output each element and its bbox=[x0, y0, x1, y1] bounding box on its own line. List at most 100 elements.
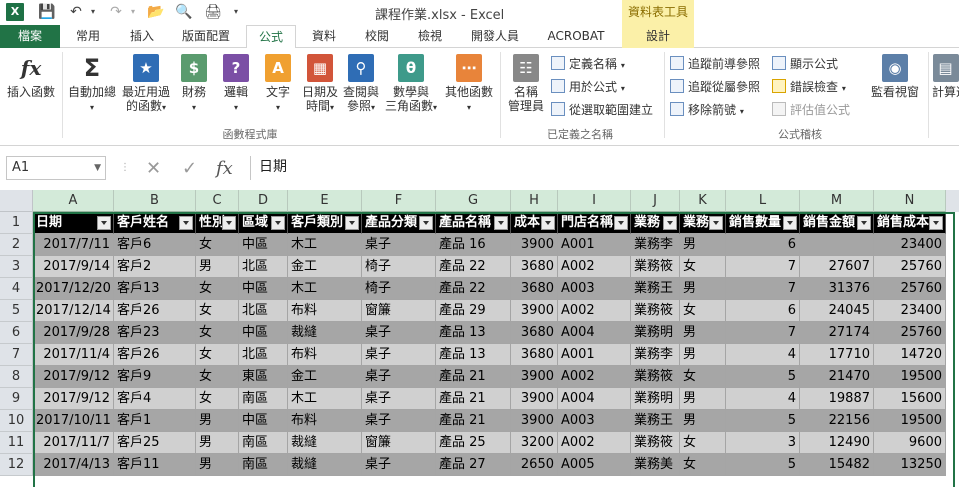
table-cell[interactable]: 女 bbox=[680, 432, 726, 454]
trace-precedents-button[interactable]: 追蹤前導參照 bbox=[670, 54, 760, 74]
insert-function-fx-icon[interactable]: fx bbox=[216, 158, 233, 179]
table-cell[interactable]: A003 bbox=[558, 278, 631, 300]
tab-view[interactable]: 檢視 bbox=[408, 25, 452, 48]
table-cell[interactable]: 桌子 bbox=[362, 234, 436, 256]
column-header-b[interactable]: B bbox=[114, 190, 196, 212]
table-cell[interactable]: 男 bbox=[680, 322, 726, 344]
table-cell[interactable]: 北區 bbox=[239, 256, 288, 278]
table-header-cell[interactable]: 業務 bbox=[680, 212, 726, 234]
column-header-f[interactable]: F bbox=[362, 190, 436, 212]
table-cell[interactable]: 業務筱 bbox=[631, 300, 680, 322]
table-cell[interactable]: A002 bbox=[558, 300, 631, 322]
table-cell[interactable]: 男 bbox=[680, 388, 726, 410]
table-cell[interactable]: 2017/12/20 bbox=[33, 278, 114, 300]
filter-dropdown-icon[interactable] bbox=[541, 216, 555, 230]
use-in-formula-button[interactable]: 用於公式 ▾ bbox=[551, 77, 625, 97]
table-cell[interactable]: 業務明 bbox=[631, 322, 680, 344]
table-cell[interactable]: 女 bbox=[680, 366, 726, 388]
lookup-reference-button[interactable]: ⚲ 查閱與 參照▾ bbox=[340, 54, 382, 115]
name-box[interactable]: A1 ▼ bbox=[6, 156, 106, 180]
table-cell[interactable]: 2017/7/11 bbox=[33, 234, 114, 256]
table-cell[interactable]: 裁縫 bbox=[288, 322, 362, 344]
table-cell[interactable]: 東區 bbox=[239, 366, 288, 388]
table-cell[interactable]: 布料 bbox=[288, 344, 362, 366]
table-cell[interactable]: 業務王 bbox=[631, 410, 680, 432]
table-cell[interactable]: 產品 21 bbox=[436, 388, 511, 410]
column-header-m[interactable]: M bbox=[800, 190, 874, 212]
table-cell[interactable]: 桌子 bbox=[362, 366, 436, 388]
table-cell[interactable]: 3900 bbox=[511, 388, 558, 410]
table-cell[interactable]: 2017/9/14 bbox=[33, 256, 114, 278]
row-header[interactable]: 6 bbox=[0, 322, 33, 344]
table-cell[interactable]: 業務明 bbox=[631, 388, 680, 410]
column-header-n[interactable]: N bbox=[874, 190, 946, 212]
table-cell[interactable]: 2017/9/12 bbox=[33, 366, 114, 388]
table-cell[interactable]: 31376 bbox=[800, 278, 874, 300]
table-header-cell[interactable]: 日期 bbox=[33, 212, 114, 234]
table-cell[interactable]: 19500 bbox=[874, 410, 946, 432]
calculation-options-button[interactable]: ▤ 計算選 bbox=[932, 54, 959, 99]
table-cell[interactable]: 22156 bbox=[800, 410, 874, 432]
table-cell[interactable]: 中區 bbox=[239, 322, 288, 344]
table-cell[interactable]: 桌子 bbox=[362, 344, 436, 366]
filter-dropdown-icon[interactable] bbox=[271, 216, 285, 230]
column-header-a[interactable]: A bbox=[33, 190, 114, 212]
table-cell[interactable]: 北區 bbox=[239, 344, 288, 366]
filter-dropdown-icon[interactable] bbox=[97, 216, 111, 230]
table-cell[interactable]: 2017/9/28 bbox=[33, 322, 114, 344]
table-cell[interactable]: 業務王 bbox=[631, 278, 680, 300]
table-cell[interactable]: 3680 bbox=[511, 344, 558, 366]
table-cell[interactable]: 7 bbox=[726, 278, 800, 300]
table-cell[interactable]: 男 bbox=[196, 256, 239, 278]
table-cell[interactable]: 中區 bbox=[239, 234, 288, 256]
row-header[interactable]: 1 bbox=[0, 212, 33, 234]
table-cell[interactable]: 中區 bbox=[239, 410, 288, 432]
table-cell[interactable]: 椅子 bbox=[362, 256, 436, 278]
table-cell[interactable]: 南區 bbox=[239, 432, 288, 454]
print-preview-icon[interactable]: 🔍 bbox=[174, 3, 194, 21]
table-cell[interactable]: 3680 bbox=[511, 256, 558, 278]
table-cell[interactable]: 男 bbox=[196, 410, 239, 432]
table-cell[interactable]: 25760 bbox=[874, 278, 946, 300]
table-cell[interactable]: 木工 bbox=[288, 388, 362, 410]
row-header[interactable]: 5 bbox=[0, 300, 33, 322]
table-cell[interactable]: 男 bbox=[196, 454, 239, 476]
table-cell[interactable]: 女 bbox=[680, 256, 726, 278]
table-cell[interactable]: 產品 25 bbox=[436, 432, 511, 454]
table-cell[interactable]: 5 bbox=[726, 454, 800, 476]
table-cell[interactable]: 客戶2 bbox=[114, 256, 196, 278]
column-header-j[interactable]: J bbox=[631, 190, 680, 212]
tab-review[interactable]: 校閱 bbox=[355, 25, 399, 48]
select-all-corner[interactable] bbox=[0, 190, 33, 212]
row-header[interactable]: 3 bbox=[0, 256, 33, 278]
table-cell[interactable]: 男 bbox=[680, 344, 726, 366]
table-cell[interactable]: 25760 bbox=[874, 322, 946, 344]
table-cell[interactable]: 21470 bbox=[800, 366, 874, 388]
table-cell[interactable]: 布料 bbox=[288, 300, 362, 322]
table-cell[interactable]: 3900 bbox=[511, 366, 558, 388]
table-cell[interactable]: 窗簾 bbox=[362, 300, 436, 322]
column-header-l[interactable]: L bbox=[726, 190, 800, 212]
table-cell[interactable]: 19500 bbox=[874, 366, 946, 388]
table-cell[interactable]: 北區 bbox=[239, 300, 288, 322]
table-header-cell[interactable]: 客戶姓名 bbox=[114, 212, 196, 234]
table-header-cell[interactable]: 成本 bbox=[511, 212, 558, 234]
filter-dropdown-icon[interactable] bbox=[663, 216, 677, 230]
table-header-cell[interactable]: 門店名稱 bbox=[558, 212, 631, 234]
date-time-button[interactable]: ▦ 日期及 時間▾ bbox=[300, 54, 340, 115]
error-checking-button[interactable]: 錯誤檢查 ▾ bbox=[772, 77, 846, 97]
column-header-d[interactable]: D bbox=[239, 190, 288, 212]
table-cell[interactable]: 客戶6 bbox=[114, 234, 196, 256]
column-header-h[interactable]: H bbox=[511, 190, 558, 212]
table-cell[interactable]: 南區 bbox=[239, 388, 288, 410]
table-cell[interactable]: 產品 21 bbox=[436, 366, 511, 388]
table-cell[interactable]: 男 bbox=[680, 278, 726, 300]
table-cell[interactable]: 6 bbox=[726, 234, 800, 256]
text-button[interactable]: A 文字 ▾ bbox=[260, 54, 296, 115]
table-cell[interactable]: 13250 bbox=[874, 454, 946, 476]
table-cell[interactable]: 2017/9/12 bbox=[33, 388, 114, 410]
table-cell[interactable]: A004 bbox=[558, 388, 631, 410]
show-formulas-button[interactable]: 顯示公式 bbox=[772, 54, 838, 74]
table-cell[interactable]: 3680 bbox=[511, 278, 558, 300]
table-cell[interactable]: 24045 bbox=[800, 300, 874, 322]
